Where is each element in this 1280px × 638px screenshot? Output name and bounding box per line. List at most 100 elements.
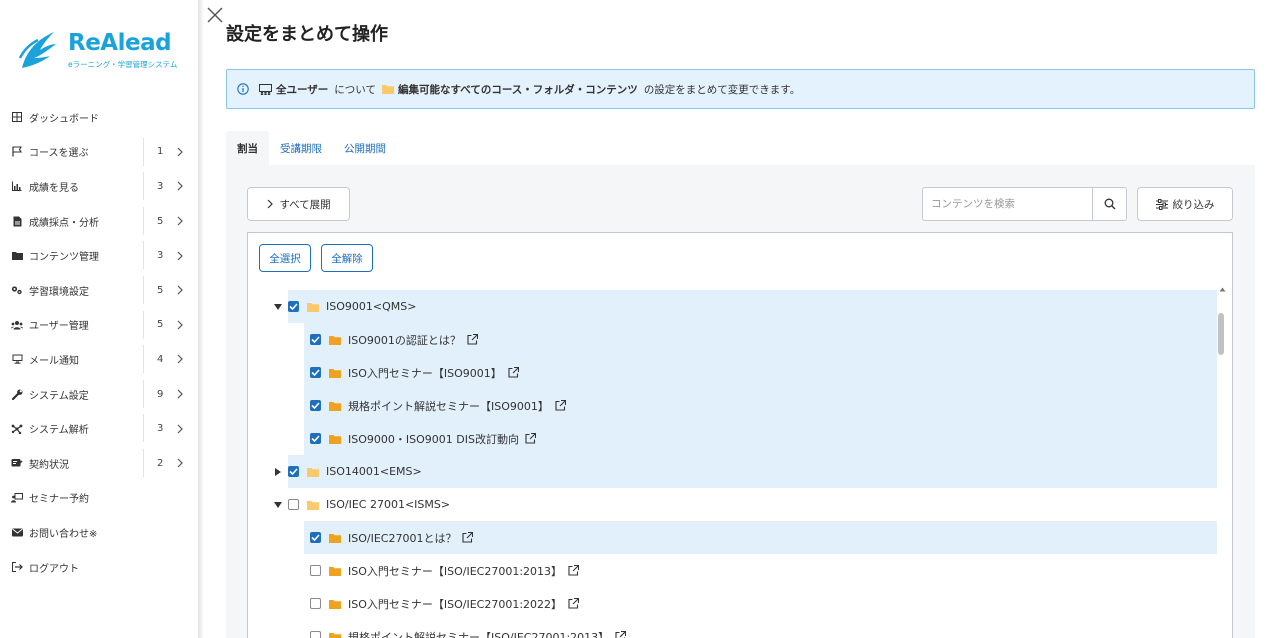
sidebar-item-users[interactable]: ユーザー管理 5	[0, 308, 198, 343]
flag-icon	[11, 146, 23, 158]
sidebar-item-contents[interactable]: コンテンツ管理 3	[0, 238, 198, 273]
tab-deadline[interactable]: 受講期限	[269, 131, 333, 165]
divider	[143, 448, 144, 477]
tree-row-content[interactable]: ISO9001の認証とは？	[304, 323, 1217, 356]
tree-row-folder[interactable]: ISO/IEC 27001<ISMS>	[274, 488, 1217, 521]
external-link-icon[interactable]	[555, 400, 566, 411]
sidebar-item-mail[interactable]: メール通知 4	[0, 342, 198, 377]
sidebar-item-system-analysis[interactable]: システム解析 3	[0, 411, 198, 446]
sidebar-item-environment[interactable]: 学習環境設定 5	[0, 273, 198, 308]
filter-button[interactable]: 絞り込み	[1137, 187, 1233, 221]
sidebar-item-grading[interactable]: 成績採点・分析 5	[0, 204, 198, 239]
tree-row-content[interactable]: ISO/IEC27001とは？	[304, 521, 1217, 554]
checkbox-unchecked[interactable]	[288, 499, 299, 510]
search-input[interactable]	[923, 188, 1092, 220]
chevron-right-icon[interactable]	[174, 457, 186, 469]
tree-row-content[interactable]: ISO入門セミナー【ISO/IEC27001:2013】	[304, 554, 1217, 587]
chevron-right-icon[interactable]	[174, 353, 186, 365]
chevron-right-icon[interactable]	[174, 180, 186, 192]
sidebar-item-label: メール通知	[29, 355, 79, 367]
checkbox-unchecked[interactable]	[310, 631, 321, 638]
sidebar-item-logout[interactable]: ログアウト	[0, 550, 198, 585]
sidebar-item-dashboard[interactable]: ダッシュボード	[0, 100, 198, 135]
folder-icon	[307, 467, 319, 477]
folder-icon	[11, 250, 23, 262]
caret-right-icon[interactable]	[272, 466, 284, 478]
chevron-right-icon[interactable]	[174, 215, 186, 227]
checkbox-checked[interactable]	[288, 301, 299, 312]
checkbox-unchecked[interactable]	[310, 598, 321, 609]
chevron-right-icon[interactable]	[174, 250, 186, 262]
checkbox-checked[interactable]	[310, 367, 321, 378]
external-link-icon[interactable]	[467, 334, 478, 345]
tree-item-label: ISO入門セミナー【ISO/IEC27001:2013】	[348, 564, 563, 578]
checkbox-unchecked[interactable]	[310, 565, 321, 576]
caret-down-icon[interactable]	[272, 301, 284, 313]
tree-item-label: ISO/IEC27001とは？	[348, 531, 457, 545]
sidebar-item-label: 成績採点・分析	[29, 217, 99, 229]
sidebar-item-contact[interactable]: お問い合わせ※	[0, 515, 198, 550]
logo-text: ReAlead	[68, 30, 172, 56]
sidebar-item-label: お問い合わせ※	[29, 528, 98, 540]
tree-row-content[interactable]: ISO入門セミナー【ISO9001】	[304, 356, 1217, 389]
external-link-icon[interactable]	[508, 367, 519, 378]
search-button[interactable]	[1092, 188, 1126, 220]
tree-row-content[interactable]: 規格ポイント解説セミナー【ISO/IEC27001:2013】	[304, 620, 1217, 638]
tree-row-folder[interactable]: ISO14001<EMS>	[275, 455, 1217, 488]
tree-item-label: 規格ポイント解説セミナー【ISO9001】	[348, 399, 549, 413]
app-logo[interactable]: ReAlead eラーニング・学習管理システム	[16, 28, 186, 74]
contract-icon	[11, 457, 23, 469]
chevron-right-icon[interactable]	[174, 284, 186, 296]
external-link-icon[interactable]	[568, 598, 580, 609]
deselect-all-button[interactable]: 全解除	[321, 244, 373, 272]
tree-row-folder[interactable]: ISO9001<QMS>	[274, 290, 1217, 323]
tree-row-content[interactable]: ISO9000・ISO9001 DIS改訂動向	[304, 422, 1217, 455]
close-icon[interactable]	[204, 4, 226, 26]
scroll-up-arrow-icon[interactable]	[1218, 285, 1227, 294]
expand-all-button[interactable]: すべて展開	[247, 187, 350, 221]
sidebar-item-contract[interactable]: 契約状況 2	[0, 446, 198, 481]
external-link-icon[interactable]	[568, 565, 580, 576]
sidebar-item-seminar[interactable]: セミナー予約	[0, 481, 198, 516]
checkbox-checked[interactable]	[310, 400, 321, 411]
folder-icon	[329, 335, 341, 345]
tree-item-label: ISO入門セミナー【ISO/IEC27001:2022】	[348, 597, 563, 611]
sidebar-item-system-settings[interactable]: システム設定 9	[0, 377, 198, 412]
chevron-right-icon[interactable]	[174, 423, 186, 435]
external-link-icon[interactable]	[525, 433, 536, 444]
caret-down-icon[interactable]	[272, 499, 284, 511]
sidebar-item-label: 成績を見る	[29, 182, 79, 194]
external-link-icon[interactable]	[462, 532, 474, 543]
sidebar-nav: ダッシュボード コースを選ぶ 1 成績を見る 3 成績採点・分析 5 コンテンツ…	[0, 100, 198, 584]
target-users: 全ユーザー	[276, 83, 329, 96]
sidebar-item-grades[interactable]: 成績を見る 3	[0, 169, 198, 204]
checkbox-checked[interactable]	[310, 334, 321, 345]
count-badge: 4	[157, 353, 164, 365]
folder-icon	[329, 368, 341, 378]
scrollbar-thumb[interactable]	[1218, 313, 1224, 355]
divider	[143, 310, 144, 339]
mail-icon	[11, 526, 23, 538]
select-all-button[interactable]: 全選択	[259, 244, 311, 272]
tree-row-content[interactable]: ISO入門セミナー【ISO/IEC27001:2022】	[304, 587, 1217, 620]
tab-publish-period[interactable]: 公開期間	[333, 131, 397, 165]
chevron-right-icon[interactable]	[174, 319, 186, 331]
checkbox-checked[interactable]	[310, 532, 321, 543]
tree-item-label: ISO9001<QMS>	[326, 300, 417, 313]
folder-icon	[329, 632, 341, 638]
checkbox-checked[interactable]	[310, 433, 321, 444]
chevron-right-icon[interactable]	[174, 146, 186, 158]
tree-row-content[interactable]: 規格ポイント解説セミナー【ISO9001】	[304, 389, 1217, 422]
count-badge: 5	[157, 319, 164, 331]
count-badge: 9	[157, 388, 164, 400]
checkbox-checked[interactable]	[288, 466, 299, 477]
sidebar-item-courses[interactable]: コースを選ぶ 1	[0, 135, 198, 170]
folder-icon	[381, 84, 394, 94]
external-link-icon[interactable]	[615, 631, 627, 638]
chevron-right-icon[interactable]	[174, 388, 186, 400]
tab-assignment[interactable]: 割当	[226, 131, 269, 165]
logo-subtitle: eラーニング・学習管理システム	[68, 60, 178, 69]
content-tree: 全選択 全解除 ISO9001<QMS> ISO9001の認証とは？ ISO入門…	[247, 232, 1233, 638]
divider	[143, 379, 144, 408]
sliders-icon	[1155, 198, 1168, 210]
